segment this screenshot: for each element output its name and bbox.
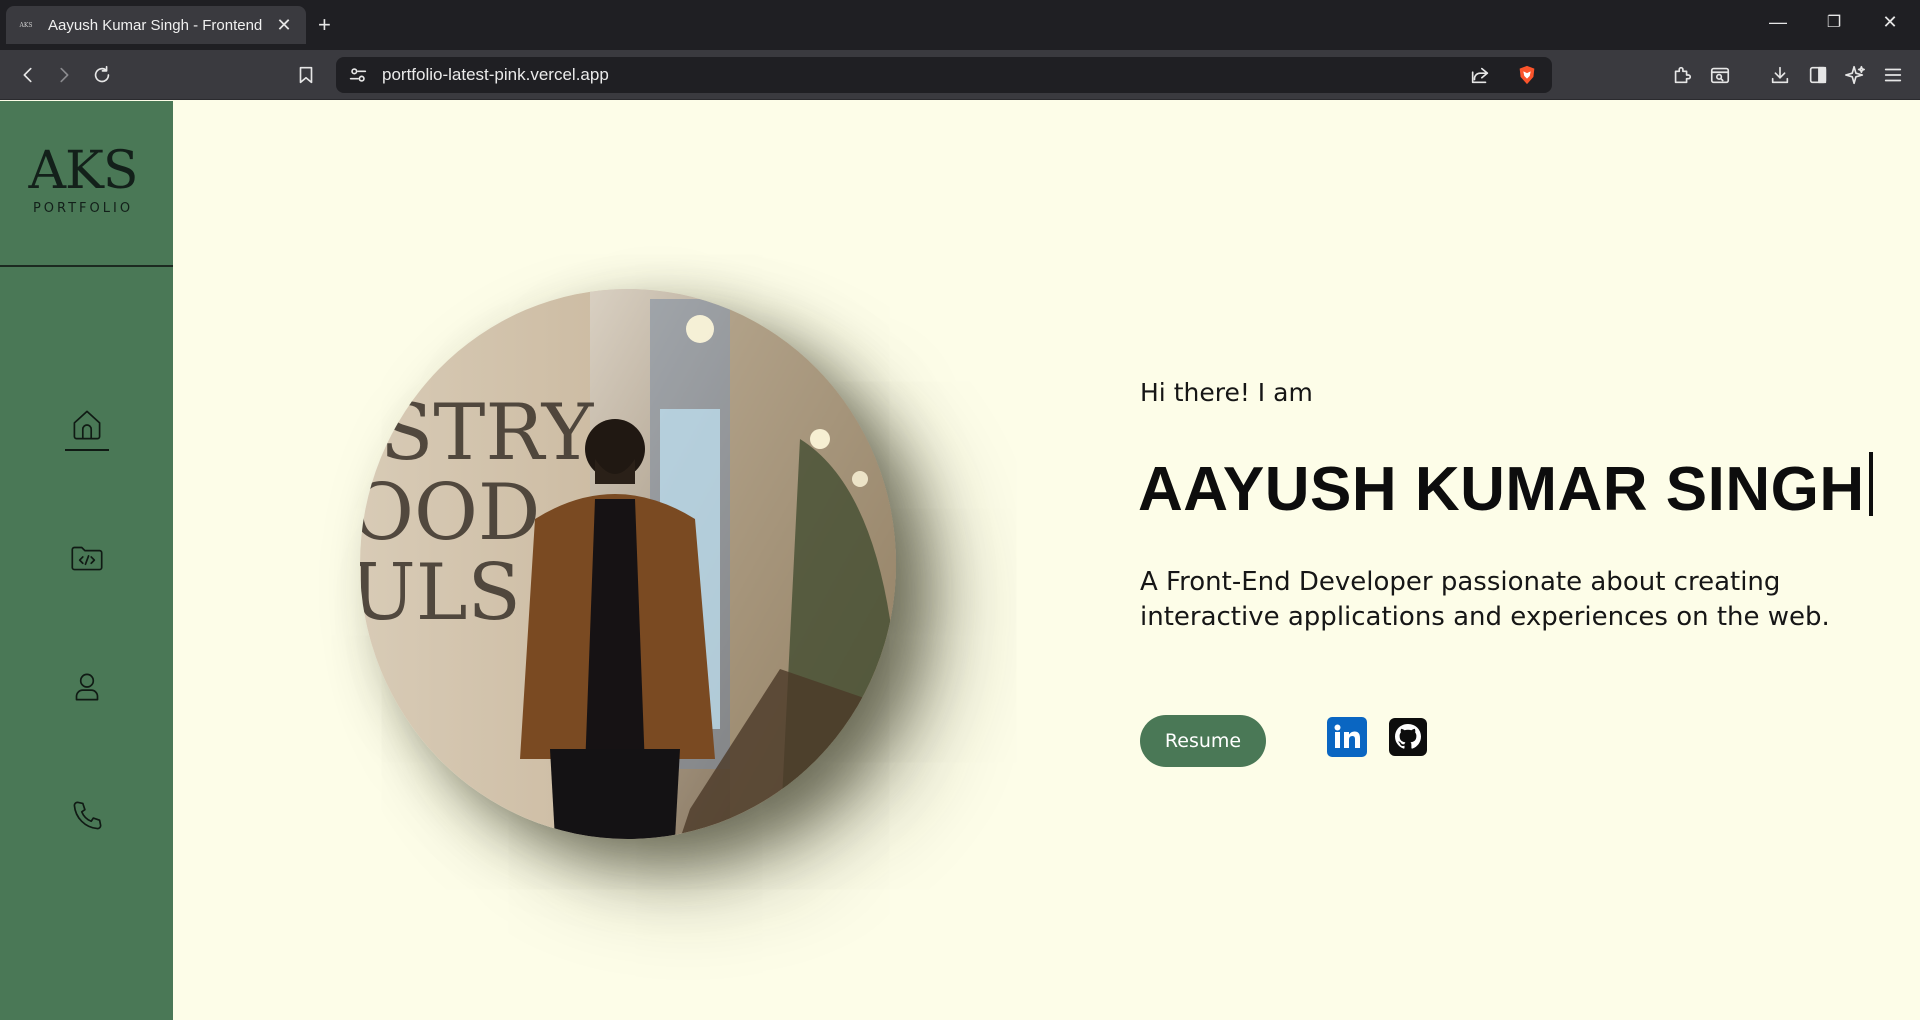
tab-close-icon[interactable]: ✕ bbox=[274, 15, 294, 36]
projects-folder-icon bbox=[71, 546, 103, 571]
hero-description: A Front-End Developer passionate about c… bbox=[1140, 567, 1830, 632]
reload-icon[interactable] bbox=[90, 63, 114, 87]
brave-shield-icon[interactable] bbox=[1516, 64, 1538, 86]
browser-toolbar: portfolio-latest-pink.vercel.app bbox=[0, 50, 1920, 100]
logo-mark: AKS bbox=[28, 141, 138, 201]
home-icon bbox=[73, 410, 101, 440]
hero-greeting: Hi there! I am bbox=[1140, 378, 1313, 407]
share-icon[interactable] bbox=[1468, 63, 1492, 87]
svg-text:ULS: ULS bbox=[360, 548, 521, 638]
tab-favicon: AKS bbox=[19, 21, 33, 29]
about-person-icon bbox=[75, 673, 99, 701]
logo[interactable]: AKS PORTFOLIO bbox=[0, 101, 173, 267]
new-tab-icon[interactable]: + bbox=[318, 12, 331, 38]
profile-photo-image: STRY OOD ULS bbox=[360, 289, 896, 839]
sidebar: AKS PORTFOLIO bbox=[0, 101, 173, 1020]
hero-name: AAYUSH KUMAR SINGH bbox=[1138, 452, 1873, 525]
nav-projects[interactable] bbox=[59, 530, 115, 586]
github-icon bbox=[1389, 718, 1427, 756]
github-link[interactable] bbox=[1388, 717, 1428, 757]
browser-tab-bar: AKS Aayush Kumar Singh - Frontend ✕ + — … bbox=[0, 0, 1920, 50]
site-info-icon[interactable] bbox=[346, 63, 370, 87]
logo-subtitle: PORTFOLIO bbox=[32, 201, 134, 216]
forward-icon[interactable] bbox=[52, 63, 76, 87]
leo-ai-icon[interactable] bbox=[1843, 63, 1867, 87]
extensions-icon[interactable] bbox=[1670, 63, 1694, 87]
nav-about[interactable] bbox=[59, 659, 115, 715]
linkedin-link[interactable] bbox=[1327, 717, 1367, 757]
menu-icon[interactable] bbox=[1881, 63, 1905, 87]
address-bar[interactable]: portfolio-latest-pink.vercel.app bbox=[336, 57, 1552, 93]
url-text: portfolio-latest-pink.vercel.app bbox=[382, 65, 609, 84]
leo-search-icon[interactable] bbox=[1708, 63, 1732, 87]
contact-phone-icon bbox=[73, 801, 102, 830]
downloads-icon[interactable] bbox=[1768, 63, 1792, 87]
nav-home[interactable] bbox=[59, 397, 115, 453]
nav-active-indicator bbox=[65, 449, 109, 451]
close-window-icon[interactable]: ✕ bbox=[1878, 12, 1902, 33]
browser-tab[interactable]: AKS Aayush Kumar Singh - Frontend ✕ bbox=[6, 6, 306, 44]
nav-contact[interactable] bbox=[59, 788, 115, 844]
sidebar-icon[interactable] bbox=[1806, 63, 1830, 87]
tab-title: Aayush Kumar Singh - Frontend bbox=[48, 16, 263, 34]
hero-name-text: AAYUSH KUMAR SINGH bbox=[1138, 455, 1865, 524]
svg-text:OOD: OOD bbox=[360, 468, 540, 558]
resume-button[interactable]: Resume bbox=[1140, 715, 1266, 767]
bookmark-icon[interactable] bbox=[294, 63, 318, 87]
typing-caret bbox=[1868, 452, 1873, 516]
profile-photo: STRY OOD ULS bbox=[360, 289, 896, 839]
minimize-icon[interactable]: — bbox=[1766, 12, 1790, 33]
restore-icon[interactable]: ❐ bbox=[1822, 12, 1846, 32]
svg-text:STRY: STRY bbox=[380, 388, 595, 478]
linkedin-icon bbox=[1334, 724, 1360, 748]
back-icon[interactable] bbox=[16, 63, 40, 87]
